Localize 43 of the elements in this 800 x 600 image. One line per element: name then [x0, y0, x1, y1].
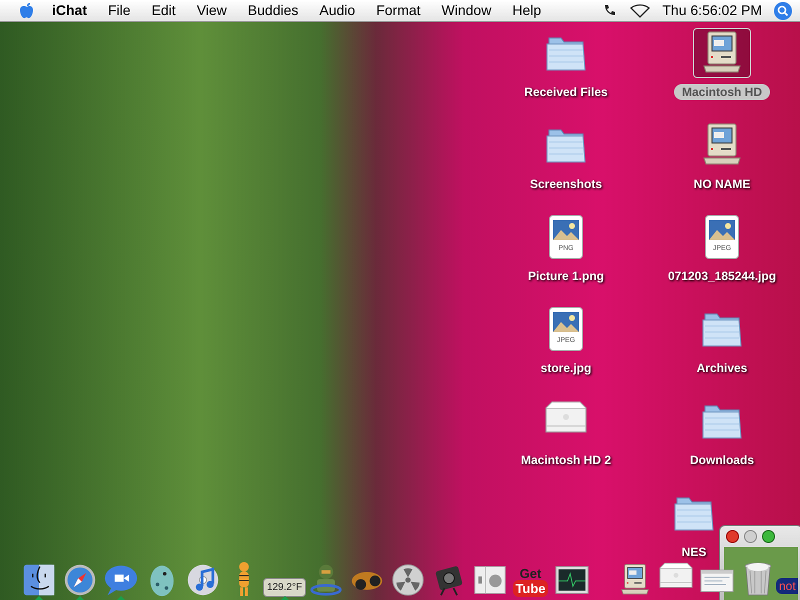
activity-monitor-icon[interactable]: [554, 563, 588, 597]
compass-icon[interactable]: [62, 563, 96, 597]
photo-thumbnail-icon: [553, 220, 579, 240]
clock[interactable]: Thu 6:56:02 PM: [662, 0, 762, 21]
desktop-icon-label[interactable]: Downloads: [682, 452, 762, 468]
wifi-icon[interactable]: [630, 4, 650, 18]
photo-thumbnail-icon: [553, 312, 579, 332]
video-chat-icon[interactable]: [104, 563, 138, 597]
video-logo-icon[interactable]: Get Tube: [513, 567, 548, 597]
desktop-icon-label[interactable]: Archives: [688, 360, 756, 376]
armored-soldier-icon[interactable]: [308, 563, 342, 597]
photo-thumbnail-icon: [709, 220, 735, 240]
menu-item[interactable]: Window: [442, 0, 492, 21]
menu-item[interactable]: Help: [512, 0, 542, 21]
apple-icon[interactable]: [18, 2, 36, 20]
temperature-widget[interactable]: 129.2°F: [262, 578, 306, 597]
desktop-icon-label[interactable]: NES: [674, 544, 714, 560]
close-button[interactable]: [726, 530, 739, 543]
menu-item[interactable]: File: [108, 0, 131, 21]
desktop-icon-label[interactable]: 071203_185244.jpg: [660, 268, 784, 284]
desktop-icon-label[interactable]: store.jpg: [532, 360, 600, 376]
desktop-icon-label[interactable]: Screenshots: [522, 176, 610, 192]
logo-top-text: Get: [520, 567, 542, 580]
minimize-button[interactable]: [744, 530, 757, 543]
desktop-icon-label[interactable]: Macintosh HD 2: [512, 452, 619, 468]
face-icon[interactable]: [22, 563, 56, 597]
desktop-icon-label[interactable]: NO NAME: [686, 176, 758, 192]
zoom-button[interactable]: [762, 530, 775, 543]
apple-switch-panel-icon[interactable]: [472, 563, 506, 597]
desktop-icon-label[interactable]: Received Files: [516, 84, 616, 100]
menu-item[interactable]: Edit: [152, 0, 176, 21]
radiation-icon[interactable]: [390, 563, 424, 597]
logo-bottom-text: Tube: [513, 580, 548, 597]
search-icon[interactable]: [774, 2, 792, 20]
menu-item[interactable]: Audio: [319, 0, 356, 21]
desktop-icon-label[interactable]: Macintosh HD: [674, 84, 770, 100]
desktop-icon-label[interactable]: Picture 1.png: [520, 268, 612, 284]
menu-item[interactable]: Buddies: [248, 0, 298, 21]
app-menu[interactable]: iChat: [52, 0, 87, 21]
menu-item[interactable]: View: [196, 0, 227, 21]
music-cd-icon[interactable]: [186, 563, 220, 597]
chat-bubble-text: not: [776, 578, 798, 594]
menu-item[interactable]: Format: [376, 0, 421, 21]
